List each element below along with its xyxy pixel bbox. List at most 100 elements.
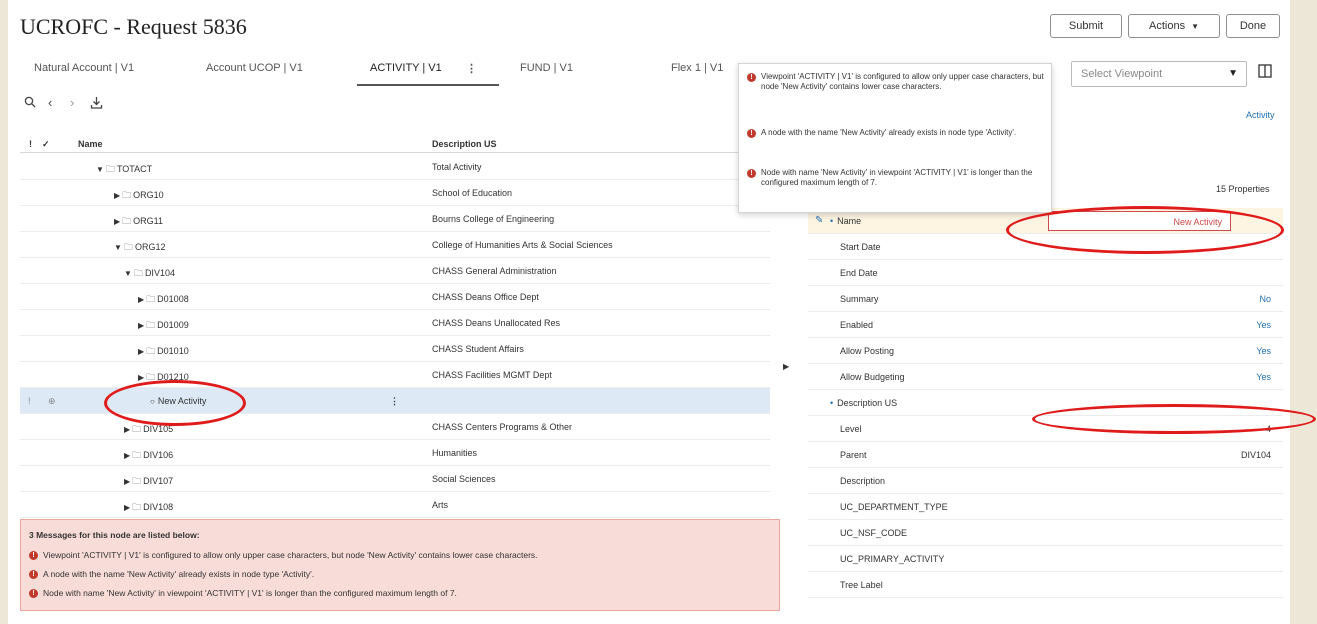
tab-flex-1[interactable]: Flex 1 | V1	[671, 62, 723, 74]
collapsed-caret-icon[interactable]: ▶	[138, 373, 144, 382]
folder-icon: 🗀	[146, 346, 156, 356]
viewpoint-placeholder: Select Viewpoint	[1081, 68, 1163, 80]
tree-row[interactable]: ▶ 🗀 D01010 CHASS Student Affairs	[20, 336, 770, 362]
collapsed-caret-icon[interactable]: ▶	[124, 425, 130, 434]
tree-row[interactable]: ▼ 🗀 TOTACT Total Activity	[20, 154, 770, 180]
property-label: Allow Budgeting	[840, 372, 905, 382]
property-row-description-us[interactable]: • Description US	[808, 390, 1283, 416]
name-input[interactable]: New Activity	[1048, 211, 1231, 231]
collapsed-caret-icon[interactable]: ▶	[124, 477, 130, 486]
collapsed-caret-icon[interactable]: ▶	[138, 321, 144, 330]
node-name: TOTACT	[116, 164, 153, 174]
property-row[interactable]: Tree Label	[808, 572, 1283, 598]
message-item: ! Viewpoint 'ACTIVITY | V1' is configured…	[29, 550, 538, 560]
node-description: Arts	[432, 500, 449, 510]
tab-activity[interactable]: ACTIVITY | V1	[370, 62, 442, 74]
property-row[interactable]: Start Date	[808, 234, 1283, 260]
messages-title: 3 Messages for this node are listed belo…	[29, 530, 200, 540]
property-row[interactable]: Level 4	[808, 416, 1283, 442]
tree-row[interactable]: ▶ 🗀 DIV108 Arts	[20, 492, 770, 518]
row-status-icon: ⊕	[48, 396, 56, 406]
done-label: Done	[1239, 20, 1267, 32]
property-value[interactable]: No	[1259, 294, 1271, 304]
node-description: Social Sciences	[432, 474, 496, 484]
previous-icon[interactable]: ‹	[48, 95, 52, 110]
property-value[interactable]: Yes	[1256, 372, 1271, 382]
property-value[interactable]: Yes	[1256, 346, 1271, 356]
property-row[interactable]: UC_NSF_CODE	[808, 520, 1283, 546]
folder-icon: 🗀	[146, 372, 156, 382]
tree-row[interactable]: ▶ 🗀 ORG11 Bourns College of Engineering	[20, 206, 770, 232]
property-row[interactable]: UC_PRIMARY_ACTIVITY	[808, 546, 1283, 572]
message-item: ! A node with the name 'New Activity' alr…	[29, 569, 314, 579]
tree-row[interactable]: ▶ 🗀 DIV106 Humanities	[20, 440, 770, 466]
collapse-panel-icon[interactable]: ▶	[783, 362, 789, 371]
expanded-caret-icon[interactable]: ▼	[124, 269, 132, 278]
property-label: Level	[840, 424, 862, 434]
collapsed-caret-icon[interactable]: ▶	[138, 347, 144, 356]
node-name: D01008	[157, 294, 189, 304]
tree-row[interactable]: ▼ 🗀 ORG12 College of Humanities Arts & Soc…	[20, 232, 770, 258]
collapsed-caret-icon[interactable]: ▶	[124, 451, 130, 460]
property-value: DIV104	[1240, 450, 1271, 460]
search-icon[interactable]	[24, 96, 36, 111]
node-description: Bourns College of Engineering	[432, 214, 555, 224]
next-icon[interactable]: ›	[70, 95, 74, 110]
node-name: New Activity	[157, 396, 207, 406]
property-label: Parent	[840, 450, 867, 460]
tooltip-item: ! Viewpoint 'ACTIVITY | V1' is configured…	[747, 72, 1047, 92]
actions-button[interactable]: Actions ▼	[1128, 14, 1220, 38]
node-description: Total Activity	[432, 162, 482, 172]
tab-menu-icon[interactable]: ⋮	[466, 62, 477, 75]
collapsed-caret-icon[interactable]: ▶	[114, 191, 120, 200]
property-row[interactable]: Summary No	[808, 286, 1283, 312]
node-name: ORG12	[134, 242, 166, 252]
tab-fund[interactable]: FUND | V1	[520, 62, 573, 74]
tree-row[interactable]: ▶ 🗀 D01210 CHASS Facilities MGMT Dept	[20, 362, 770, 388]
property-row[interactable]: Description	[808, 468, 1283, 494]
property-row[interactable]: End Date	[808, 260, 1283, 286]
description-column-header[interactable]: Description US	[432, 139, 497, 149]
property-row[interactable]: Enabled Yes	[808, 312, 1283, 338]
expanded-caret-icon[interactable]: ▼	[114, 243, 122, 252]
row-menu-icon[interactable]: ⋮	[390, 396, 399, 407]
tab-account-ucop[interactable]: Account UCOP | V1	[206, 62, 303, 74]
tree-row[interactable]: ▶ 🗀 D01009 CHASS Deans Unallocated Res	[20, 310, 770, 336]
tab-natural-account[interactable]: Natural Account | V1	[34, 62, 134, 74]
property-label: Description US	[837, 398, 898, 408]
tree-row[interactable]: ▶ 🗀 DIV107 Social Sciences	[20, 466, 770, 492]
node-name: ORG10	[133, 190, 164, 200]
name-column-header[interactable]: Name	[78, 139, 103, 149]
properties-count: 15 Properties	[1216, 184, 1270, 194]
submit-button[interactable]: Submit	[1050, 14, 1122, 38]
property-value[interactable]: Yes	[1256, 320, 1271, 330]
collapsed-caret-icon[interactable]: ▶	[138, 295, 144, 304]
collapsed-caret-icon[interactable]: ▶	[114, 217, 120, 226]
property-row[interactable]: UC_DEPARTMENT_TYPE	[808, 494, 1283, 520]
folder-icon: 🗀	[132, 450, 142, 460]
error-icon: !	[747, 129, 756, 138]
folder-icon: 🗀	[132, 476, 142, 486]
tree-row[interactable]: ▶ 🗀 ORG10 School of Education	[20, 180, 770, 206]
viewpoint-select[interactable]: Select Viewpoint ▼	[1071, 61, 1247, 87]
property-row[interactable]: Allow Budgeting Yes	[808, 364, 1283, 390]
tree-row[interactable]: ▶ 🗀 D01008 CHASS Deans Office Dept	[20, 284, 770, 310]
columns-layout-icon[interactable]	[1258, 64, 1272, 83]
edit-pencil-icon[interactable]: ✎	[815, 215, 823, 226]
tree-row[interactable]: ▶ 🗀 DIV105 CHASS Centers Programs & Other	[20, 414, 770, 440]
property-row[interactable]: Allow Posting Yes	[808, 338, 1283, 364]
folder-icon: 🗀	[122, 190, 132, 200]
chevron-down-icon: ▼	[1191, 21, 1199, 31]
download-icon[interactable]	[90, 96, 103, 112]
folder-icon: 🗀	[132, 502, 142, 512]
property-row[interactable]: Parent DIV104	[808, 442, 1283, 468]
expanded-caret-icon[interactable]: ▼	[96, 165, 104, 174]
done-button[interactable]: Done	[1226, 14, 1280, 38]
tree-row[interactable]: ▼ 🗀 DIV104 CHASS General Administration	[20, 258, 770, 284]
collapsed-caret-icon[interactable]: ▶	[124, 503, 130, 512]
error-icon: !	[29, 550, 38, 560]
node-type-link[interactable]: Activity	[1246, 110, 1275, 120]
message-text: Viewpoint 'ACTIVITY | V1' is configured …	[43, 550, 538, 560]
tree-row-selected[interactable]: ! ⊕ ○ New Activity ⋮	[20, 388, 770, 414]
page-title: UCROFC - Request 5836	[20, 14, 247, 39]
